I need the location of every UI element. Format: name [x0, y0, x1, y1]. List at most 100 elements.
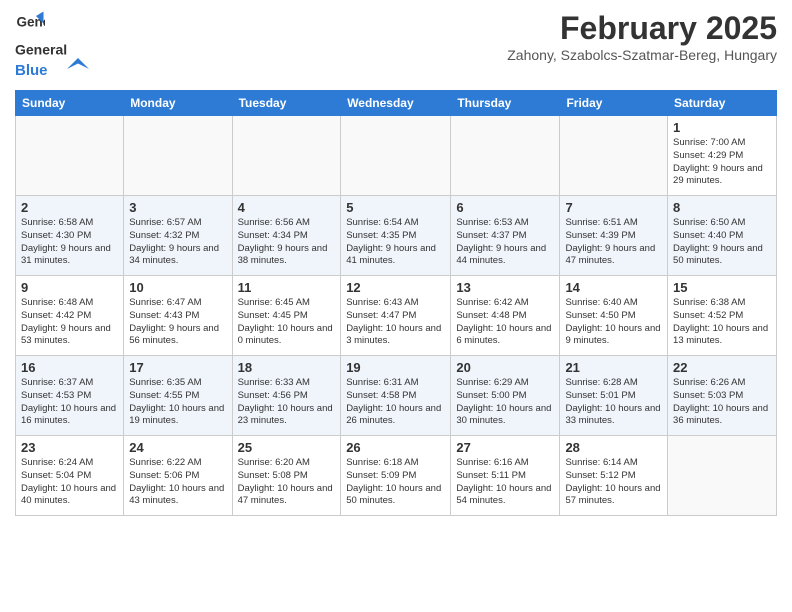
calendar-day-cell: 5 Sunrise: 6:54 AM Sunset: 4:35 PM Daylig… — [341, 196, 451, 276]
calendar-day-cell: 28 Sunrise: 6:14 AM Sunset: 5:12 PM Dayli… — [560, 436, 668, 516]
day-number: 3 — [129, 200, 226, 215]
calendar-day-cell: 14 Sunrise: 6:40 AM Sunset: 4:50 PM Dayli… — [560, 276, 668, 356]
calendar-day-cell: 2 Sunrise: 6:58 AM Sunset: 4:30 PM Daylig… — [16, 196, 124, 276]
calendar-day-cell: 7Sunrise: 6:51 AM Sunset: 4:39 PM Daylig… — [560, 196, 668, 276]
calendar-day-cell: 24 Sunrise: 6:22 AM Sunset: 5:06 PM Dayli… — [124, 436, 232, 516]
day-info: Sunrise: 6:22 AM Sunset: 5:06 PM Dayligh… — [129, 457, 226, 508]
calendar-day-cell: 27Sunrise: 6:16 AM Sunset: 5:11 PM Dayli… — [451, 436, 560, 516]
month-title: February 2025 — [507, 10, 777, 47]
calendar-day-cell: 17 Sunrise: 6:35 AM Sunset: 4:55 PM Dayli… — [124, 356, 232, 436]
calendar-header-row: SundayMondayTuesdayWednesdayThursdayFrid… — [16, 91, 777, 116]
day-number: 25 — [238, 440, 336, 455]
day-number: 12 — [346, 280, 445, 295]
day-info: Sunrise: 6:24 AM Sunset: 5:04 PM Dayligh… — [21, 457, 118, 508]
calendar-day-cell: 20Sunrise: 6:29 AM Sunset: 5:00 PM Dayli… — [451, 356, 560, 436]
calendar-day-cell: 13 Sunrise: 6:42 AM Sunset: 4:48 PM Dayli… — [451, 276, 560, 356]
calendar-day-cell: 6 Sunrise: 6:53 AM Sunset: 4:37 PM Daylig… — [451, 196, 560, 276]
day-number: 24 — [129, 440, 226, 455]
day-number: 7 — [565, 200, 662, 215]
day-number: 23 — [21, 440, 118, 455]
weekday-header-saturday: Saturday — [668, 91, 777, 116]
day-number: 10 — [129, 280, 226, 295]
calendar-day-cell: 3 Sunrise: 6:57 AM Sunset: 4:32 PM Daylig… — [124, 196, 232, 276]
calendar-week-row: 23 Sunrise: 6:24 AM Sunset: 5:04 PM Dayli… — [16, 436, 777, 516]
logo-arrow-icon — [67, 58, 89, 80]
day-number: 9 — [21, 280, 118, 295]
calendar-day-cell: 18 Sunrise: 6:33 AM Sunset: 4:56 PM Dayli… — [232, 356, 341, 436]
day-number: 13 — [456, 280, 554, 295]
page-header: General General Blue February 2025 Zahon… — [15, 10, 777, 82]
day-number: 14 — [565, 280, 662, 295]
day-number: 26 — [346, 440, 445, 455]
day-info: Sunrise: 6:50 AM Sunset: 4:40 PM Dayligh… — [673, 217, 771, 268]
day-number: 11 — [238, 280, 336, 295]
day-info: Sunrise: 6:16 AM Sunset: 5:11 PM Dayligh… — [456, 457, 554, 508]
calendar-week-row: 16 Sunrise: 6:37 AM Sunset: 4:53 PM Dayli… — [16, 356, 777, 436]
day-info: Sunrise: 6:53 AM Sunset: 4:37 PM Dayligh… — [456, 217, 554, 268]
title-area: February 2025 Zahony, Szabolcs-Szatmar-B… — [507, 10, 777, 63]
day-info: Sunrise: 6:35 AM Sunset: 4:55 PM Dayligh… — [129, 377, 226, 428]
calendar-day-cell: 16 Sunrise: 6:37 AM Sunset: 4:53 PM Dayli… — [16, 356, 124, 436]
calendar-day-cell: 22Sunrise: 6:26 AM Sunset: 5:03 PM Dayli… — [668, 356, 777, 436]
calendar-day-cell: 8 Sunrise: 6:50 AM Sunset: 4:40 PM Daylig… — [668, 196, 777, 276]
day-info: Sunrise: 6:56 AM Sunset: 4:34 PM Dayligh… — [238, 217, 336, 268]
day-number: 8 — [673, 200, 771, 215]
day-info: Sunrise: 6:45 AM Sunset: 4:45 PM Dayligh… — [238, 297, 336, 348]
day-info: Sunrise: 6:47 AM Sunset: 4:43 PM Dayligh… — [129, 297, 226, 348]
day-info: Sunrise: 7:00 AM Sunset: 4:29 PM Dayligh… — [673, 137, 771, 188]
calendar-day-cell — [232, 116, 341, 196]
day-number: 2 — [21, 200, 118, 215]
day-number: 18 — [238, 360, 336, 375]
calendar-day-cell — [16, 116, 124, 196]
day-info: Sunrise: 6:20 AM Sunset: 5:08 PM Dayligh… — [238, 457, 336, 508]
day-number: 6 — [456, 200, 554, 215]
weekday-header-thursday: Thursday — [451, 91, 560, 116]
calendar-day-cell: 1 Sunrise: 7:00 AM Sunset: 4:29 PM Daylig… — [668, 116, 777, 196]
location-title: Zahony, Szabolcs-Szatmar-Bereg, Hungary — [507, 47, 777, 63]
weekday-header-sunday: Sunday — [16, 91, 124, 116]
logo: General General Blue — [15, 10, 89, 82]
svg-text:Blue: Blue — [15, 62, 48, 79]
calendar-day-cell — [124, 116, 232, 196]
day-number: 4 — [238, 200, 336, 215]
day-number: 17 — [129, 360, 226, 375]
day-info: Sunrise: 6:42 AM Sunset: 4:48 PM Dayligh… — [456, 297, 554, 348]
day-number: 16 — [21, 360, 118, 375]
calendar-day-cell: 26 Sunrise: 6:18 AM Sunset: 5:09 PM Dayli… — [341, 436, 451, 516]
day-info: Sunrise: 6:37 AM Sunset: 4:53 PM Dayligh… — [21, 377, 118, 428]
calendar-week-row: 2 Sunrise: 6:58 AM Sunset: 4:30 PM Daylig… — [16, 196, 777, 276]
calendar-day-cell — [560, 116, 668, 196]
day-info: Sunrise: 6:26 AM Sunset: 5:03 PM Dayligh… — [673, 377, 771, 428]
calendar-table: SundayMondayTuesdayWednesdayThursdayFrid… — [15, 90, 777, 516]
calendar-week-row: 9 Sunrise: 6:48 AM Sunset: 4:42 PM Daylig… — [16, 276, 777, 356]
day-number: 19 — [346, 360, 445, 375]
calendar-day-cell: 10 Sunrise: 6:47 AM Sunset: 4:43 PM Dayli… — [124, 276, 232, 356]
day-info: Sunrise: 6:57 AM Sunset: 4:32 PM Dayligh… — [129, 217, 226, 268]
day-info: Sunrise: 6:54 AM Sunset: 4:35 PM Dayligh… — [346, 217, 445, 268]
calendar-day-cell: 12Sunrise: 6:43 AM Sunset: 4:47 PM Dayli… — [341, 276, 451, 356]
calendar-day-cell: 19 Sunrise: 6:31 AM Sunset: 4:58 PM Dayli… — [341, 356, 451, 436]
svg-text:General: General — [15, 41, 67, 57]
day-info: Sunrise: 6:29 AM Sunset: 5:00 PM Dayligh… — [456, 377, 554, 428]
day-number: 28 — [565, 440, 662, 455]
calendar-day-cell: 21Sunrise: 6:28 AM Sunset: 5:01 PM Dayli… — [560, 356, 668, 436]
day-info: Sunrise: 6:48 AM Sunset: 4:42 PM Dayligh… — [21, 297, 118, 348]
day-info: Sunrise: 6:40 AM Sunset: 4:50 PM Dayligh… — [565, 297, 662, 348]
day-number: 21 — [565, 360, 662, 375]
day-info: Sunrise: 6:14 AM Sunset: 5:12 PM Dayligh… — [565, 457, 662, 508]
weekday-header-tuesday: Tuesday — [232, 91, 341, 116]
calendar-week-row: 1 Sunrise: 7:00 AM Sunset: 4:29 PM Daylig… — [16, 116, 777, 196]
day-info: Sunrise: 6:58 AM Sunset: 4:30 PM Dayligh… — [21, 217, 118, 268]
calendar-day-cell: 11 Sunrise: 6:45 AM Sunset: 4:45 PM Dayli… — [232, 276, 341, 356]
day-number: 5 — [346, 200, 445, 215]
day-number: 1 — [673, 120, 771, 135]
day-info: Sunrise: 6:33 AM Sunset: 4:56 PM Dayligh… — [238, 377, 336, 428]
day-info: Sunrise: 6:31 AM Sunset: 4:58 PM Dayligh… — [346, 377, 445, 428]
logo-blue-text: Blue — [15, 58, 65, 82]
calendar-day-cell: 25 Sunrise: 6:20 AM Sunset: 5:08 PM Dayli… — [232, 436, 341, 516]
calendar-day-cell: 23 Sunrise: 6:24 AM Sunset: 5:04 PM Dayli… — [16, 436, 124, 516]
calendar-day-cell — [668, 436, 777, 516]
day-info: Sunrise: 6:18 AM Sunset: 5:09 PM Dayligh… — [346, 457, 445, 508]
calendar-day-cell — [451, 116, 560, 196]
weekday-header-friday: Friday — [560, 91, 668, 116]
